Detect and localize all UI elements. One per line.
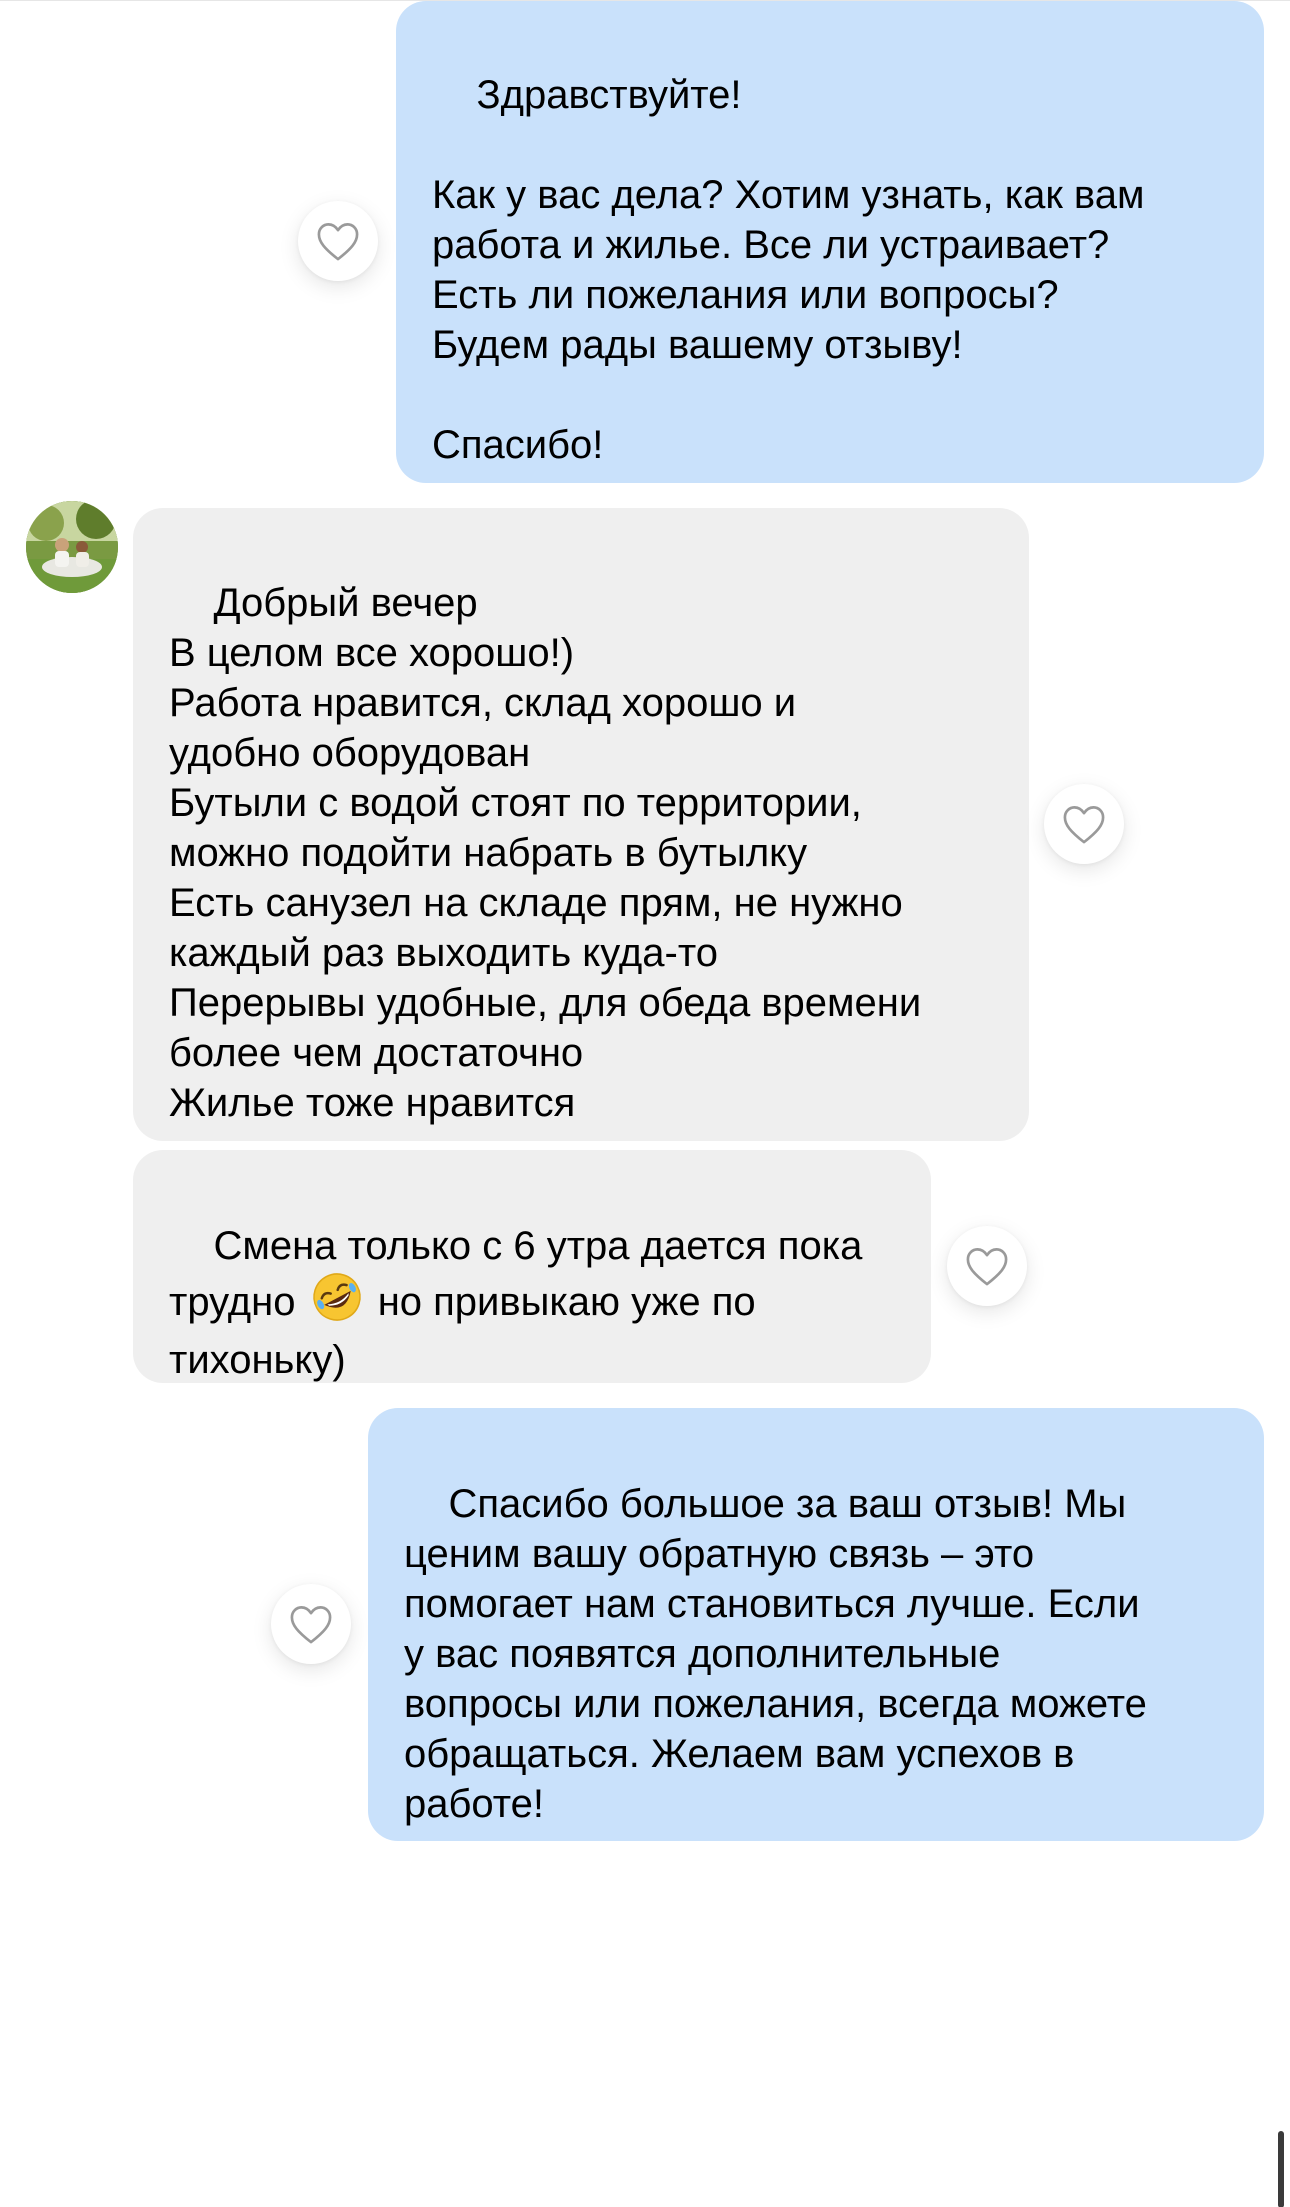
heart-outline-icon [966, 1248, 1008, 1286]
heart-outline-icon [290, 1606, 332, 1644]
like-button[interactable] [298, 201, 378, 281]
rolling-on-floor-laughing-emoji [311, 1271, 363, 1335]
like-button[interactable] [1044, 784, 1124, 864]
heart-outline-icon [317, 223, 359, 261]
message-text: Добрый вечер В целом все хорошо!) Работа… [169, 581, 922, 1125]
message-bubble-outgoing[interactable]: Спасибо большое за ваш отзыв! Мы ценим в… [368, 1408, 1264, 1841]
chat-thread: Здравствуйте! Как у вас дела? Хотим узна… [0, 0, 1290, 2207]
message-bubble-outgoing[interactable]: Здравствуйте! Как у вас дела? Хотим узна… [396, 1, 1264, 483]
heart-outline-icon [1063, 806, 1105, 844]
scrollbar[interactable] [1278, 2131, 1284, 2207]
message-text: Спасибо большое за ваш отзыв! Мы ценим в… [404, 1482, 1147, 1826]
user-avatar[interactable] [26, 501, 118, 593]
message-bubble-incoming[interactable]: Добрый вечер В целом все хорошо!) Работа… [133, 508, 1029, 1141]
message-bubble-incoming[interactable]: Смена только с 6 утра дается пока трудно… [133, 1150, 931, 1383]
like-button[interactable] [271, 1584, 351, 1664]
message-text: Здравствуйте! Как у вас дела? Хотим узна… [432, 73, 1145, 467]
like-button[interactable] [947, 1226, 1027, 1306]
